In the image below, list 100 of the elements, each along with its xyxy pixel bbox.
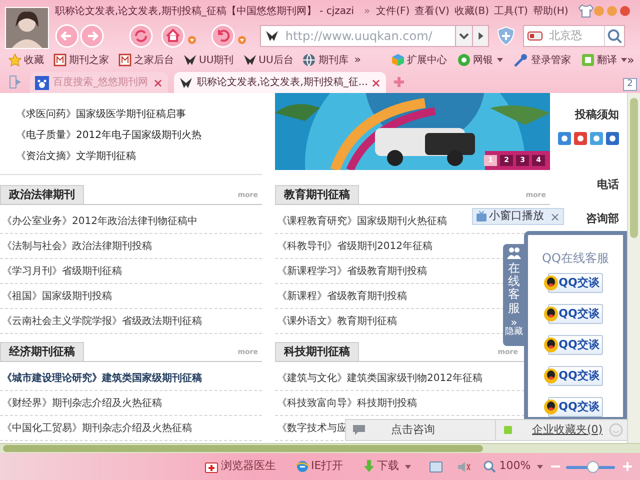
caret-icon[interactable] — [188, 36, 196, 44]
bookmark-link[interactable]: 网银 — [457, 52, 494, 68]
caret-icon[interactable] — [405, 464, 412, 468]
article-link[interactable]: 《祖国》国家级期刊投稿 — [2, 288, 112, 304]
penguin-icon — [542, 337, 559, 353]
scrollbar-thumb[interactable] — [3, 445, 483, 452]
search-icon[interactable] — [604, 26, 624, 46]
section-title: 科技期刊征稿 — [275, 342, 359, 361]
cube-icon — [391, 53, 406, 67]
article-link[interactable]: 《财经界》期刊杂志介绍及火热征稿 — [2, 396, 162, 410]
bookmark-link[interactable]: UU期刊 — [183, 52, 234, 68]
undo-button[interactable] — [211, 24, 236, 48]
bookmark-link[interactable]: 期刊库 — [302, 52, 348, 68]
penguin-icon — [542, 306, 559, 322]
smiley-icon[interactable] — [609, 423, 623, 437]
article-link[interactable]: 《中国化工贸易》期刊杂志介绍及火热征稿 — [2, 420, 192, 436]
menu-item[interactable]: 收藏(B) — [454, 4, 490, 18]
zoom-button[interactable]: 100% — [483, 458, 531, 475]
menu-item[interactable]: 查看(V) — [414, 4, 450, 18]
article-link[interactable]: 《学习月刊》省级期刊征稿 — [2, 264, 122, 278]
close-button[interactable] — [620, 6, 630, 16]
bookmark-link[interactable]: 翻译 — [581, 52, 618, 68]
page-icon — [118, 53, 132, 67]
article-link[interactable]: 《课程教育研究》国家级期刊火热征稿 — [277, 214, 447, 228]
speaker-icon[interactable] — [457, 460, 472, 472]
favorites-link[interactable]: 企业收藏夹(0) — [532, 422, 603, 438]
refresh-button[interactable] — [129, 24, 154, 48]
menu-item[interactable]: 文件(F) — [376, 4, 410, 18]
vertical-scrollbar[interactable] — [627, 93, 640, 443]
consult-button[interactable]: 点击咨询 — [346, 420, 496, 440]
menu-item[interactable]: 帮助(H) — [532, 4, 568, 18]
ie-open-button[interactable]: IE打开 — [296, 458, 344, 475]
maximize-button[interactable] — [607, 6, 618, 16]
article-link[interactable]: 《云南社会主义学院学报》省级政法期刊征稿 — [2, 314, 202, 328]
horizontal-scrollbar[interactable] — [0, 443, 640, 453]
share-icon[interactable] — [558, 132, 571, 144]
video-popup-button[interactable]: 小窗口播放 × — [472, 208, 564, 225]
browser-doctor-button[interactable]: 浏览器医生 — [205, 458, 276, 475]
caret-icon[interactable] — [536, 464, 543, 468]
star-icon — [8, 53, 22, 67]
bookmark-link[interactable]: 之家后台 — [118, 52, 174, 68]
penguin-icon — [542, 399, 559, 415]
home-button[interactable] — [160, 24, 185, 48]
forward-button[interactable] — [80, 24, 104, 48]
globe-icon — [302, 53, 316, 67]
article-link[interactable]: 《电子质量》2012年电子国家级期刊火热 — [16, 128, 202, 143]
back-button[interactable] — [55, 24, 79, 48]
translate-icon — [581, 53, 596, 67]
panel-title: QQ在线客服 — [542, 250, 609, 267]
article-link[interactable]: 《资治文摘》文学期刊征稿 — [16, 149, 136, 164]
article-link[interactable]: 《科技致富向导》科技期刊投稿 — [277, 396, 417, 410]
caret-icon[interactable] — [238, 36, 246, 44]
overflow-chevron[interactable]: » — [627, 51, 634, 69]
share-icon[interactable] — [574, 132, 587, 144]
search-engine-icon[interactable] — [527, 31, 544, 41]
coin-icon — [457, 53, 472, 67]
bookmark-link[interactable]: 收藏 — [8, 52, 44, 68]
article-link[interactable]: 《建筑与文化》建筑类国家级刊物2012年征稿 — [277, 370, 482, 386]
share-icon[interactable] — [606, 132, 619, 144]
caret-icon[interactable] — [497, 58, 504, 62]
share-icon[interactable] — [590, 132, 603, 144]
e-logo-icon — [296, 460, 309, 473]
article-link[interactable]: 《课外语文》教育期刊征稿 — [277, 314, 397, 328]
tab-count-badge[interactable]: 2 — [623, 78, 637, 91]
minimize-button[interactable] — [594, 6, 604, 16]
contact-label: 咨询部 — [586, 211, 619, 227]
shirt-icon[interactable] — [578, 4, 594, 18]
service-side-tab[interactable]: 在线客服 » 隐藏 — [503, 244, 525, 346]
medical-kit-icon — [205, 460, 218, 472]
article-link[interactable]: 《城市建设理论研究》建筑类国家级期刊征稿 — [2, 370, 202, 386]
article-link[interactable]: 《法制与社会》政治法律期刊投稿 — [2, 238, 152, 254]
article-link[interactable]: 《科教导刊》省级期刊2012年征稿 — [277, 238, 432, 254]
article-link[interactable]: 《求医问药》国家级医学期刊征稿启事 — [16, 107, 186, 122]
zoom-in-icon[interactable] — [623, 462, 632, 471]
window-title: 职称论文发表,论文发表,期刊投稿_征稿【中国悠悠期刊网】 - cjzazi — [55, 4, 354, 18]
caret-icon[interactable] — [621, 58, 628, 62]
article-link[interactable]: 《新课程学习》省级教育期刊投稿 — [277, 264, 427, 278]
window-icon[interactable] — [429, 460, 444, 472]
new-tab-icon[interactable] — [392, 75, 406, 89]
overflow-chevron[interactable]: » — [354, 52, 362, 68]
bookmark-link[interactable]: 期刊之家 — [53, 52, 109, 68]
panel-heading: 投稿须知 — [575, 107, 619, 123]
download-icon — [363, 460, 376, 473]
article-link[interactable]: 《新课程》省级教育期刊投稿 — [277, 288, 407, 304]
penguin-icon — [542, 275, 559, 291]
bookmark-link[interactable]: 扩展中心 — [391, 52, 448, 68]
slider-thumb[interactable] — [586, 460, 599, 472]
shield-icon[interactable] — [497, 26, 516, 46]
browser-tab[interactable]: 职称论文发表,论文发表,期刊投稿_征... × — [174, 72, 386, 93]
article-link[interactable]: 《办公室业务》2012年政治法律刊物征稿中 — [2, 214, 198, 228]
key-icon — [513, 53, 530, 67]
bookmark-link[interactable]: 登录管家 — [513, 52, 572, 68]
download-button[interactable]: 下载 — [363, 458, 400, 475]
tab-close-button[interactable]: × — [370, 74, 381, 92]
zoom-slider[interactable] — [566, 460, 615, 472]
close-button[interactable]: × — [550, 208, 560, 226]
site-icon — [179, 76, 193, 88]
menu-item[interactable]: 工具(T) — [494, 4, 528, 18]
scrollbar-thumb[interactable] — [630, 98, 638, 238]
bookmark-link[interactable]: UU后台 — [242, 52, 294, 68]
